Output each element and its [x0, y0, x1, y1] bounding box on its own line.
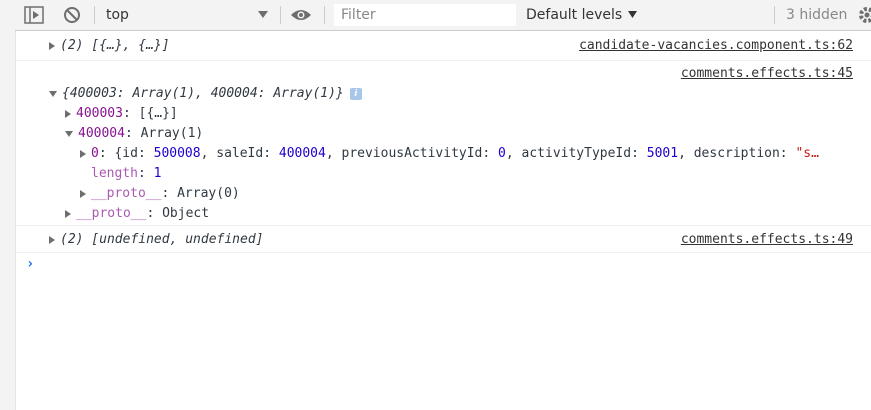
info-icon[interactable]: i	[349, 87, 362, 100]
collapse-triangle-icon[interactable]	[65, 130, 73, 137]
gear-icon[interactable]	[858, 0, 871, 30]
console-toolbar: top Default levels 3 hidden	[15, 0, 871, 31]
array-proto[interactable]: __proto__: Array(0)	[80, 184, 240, 204]
context-selector[interactable]: top	[106, 0, 129, 30]
console-message: (2) [undefined, undefined] comments.effe…	[15, 230, 871, 250]
expand-triangle-icon[interactable]	[49, 235, 55, 244]
collapse-triangle-icon[interactable]	[49, 90, 57, 97]
object-property[interactable]: 400003: [{…}]	[65, 104, 178, 124]
context-dropdown-icon[interactable]	[258, 0, 268, 30]
object-property[interactable]: 400004: Array(1)	[65, 124, 203, 144]
source-link[interactable]: candidate-vacancies.component.ts:62	[579, 36, 853, 56]
array-length: length: 1	[91, 166, 162, 181]
object-proto[interactable]: __proto__: Object	[65, 204, 209, 224]
divider	[280, 6, 281, 24]
array-preview[interactable]: (2) [{…}, {…}]	[49, 36, 170, 56]
levels-label: Default levels	[526, 7, 623, 23]
console-message: comments.effects.ts:45 {400003: Array(1)…	[15, 64, 871, 224]
hidden-count[interactable]: 3 hidden	[786, 0, 847, 30]
chevron-down-icon	[628, 11, 638, 18]
left-gutter	[0, 0, 16, 410]
message-divider	[15, 225, 871, 226]
clear-console-icon[interactable]	[63, 0, 81, 30]
divider	[774, 6, 775, 24]
divider	[94, 6, 95, 24]
expand-triangle-icon[interactable]	[80, 149, 86, 158]
expand-triangle-icon[interactable]	[80, 189, 86, 198]
console-message: (2) [{…}, {…}] candidate-vacancies.compo…	[15, 36, 871, 56]
log-levels-dropdown[interactable]: Default levels	[526, 0, 638, 30]
divider	[324, 6, 325, 24]
context-label: top	[106, 7, 129, 23]
filter-input[interactable]	[334, 4, 516, 26]
message-divider	[15, 252, 871, 253]
expand-triangle-icon[interactable]	[49, 41, 55, 50]
expand-triangle-icon[interactable]	[65, 109, 71, 118]
message-divider	[15, 60, 871, 61]
array-preview[interactable]: (2) [undefined, undefined]	[49, 230, 264, 250]
source-link[interactable]: comments.effects.ts:45	[681, 64, 853, 84]
object-summary[interactable]: {400003: Array(1), 400004: Array(1)} i	[49, 84, 362, 104]
expand-triangle-icon[interactable]	[65, 209, 71, 218]
source-link[interactable]: comments.effects.ts:49	[681, 230, 853, 250]
console-prompt[interactable]: ›	[26, 256, 34, 272]
sidebar-toggle-icon[interactable]	[24, 0, 44, 30]
live-expression-eye-icon[interactable]	[290, 0, 312, 30]
array-item[interactable]: 0: {id: 500008, saleId: 400004, previous…	[80, 144, 819, 164]
